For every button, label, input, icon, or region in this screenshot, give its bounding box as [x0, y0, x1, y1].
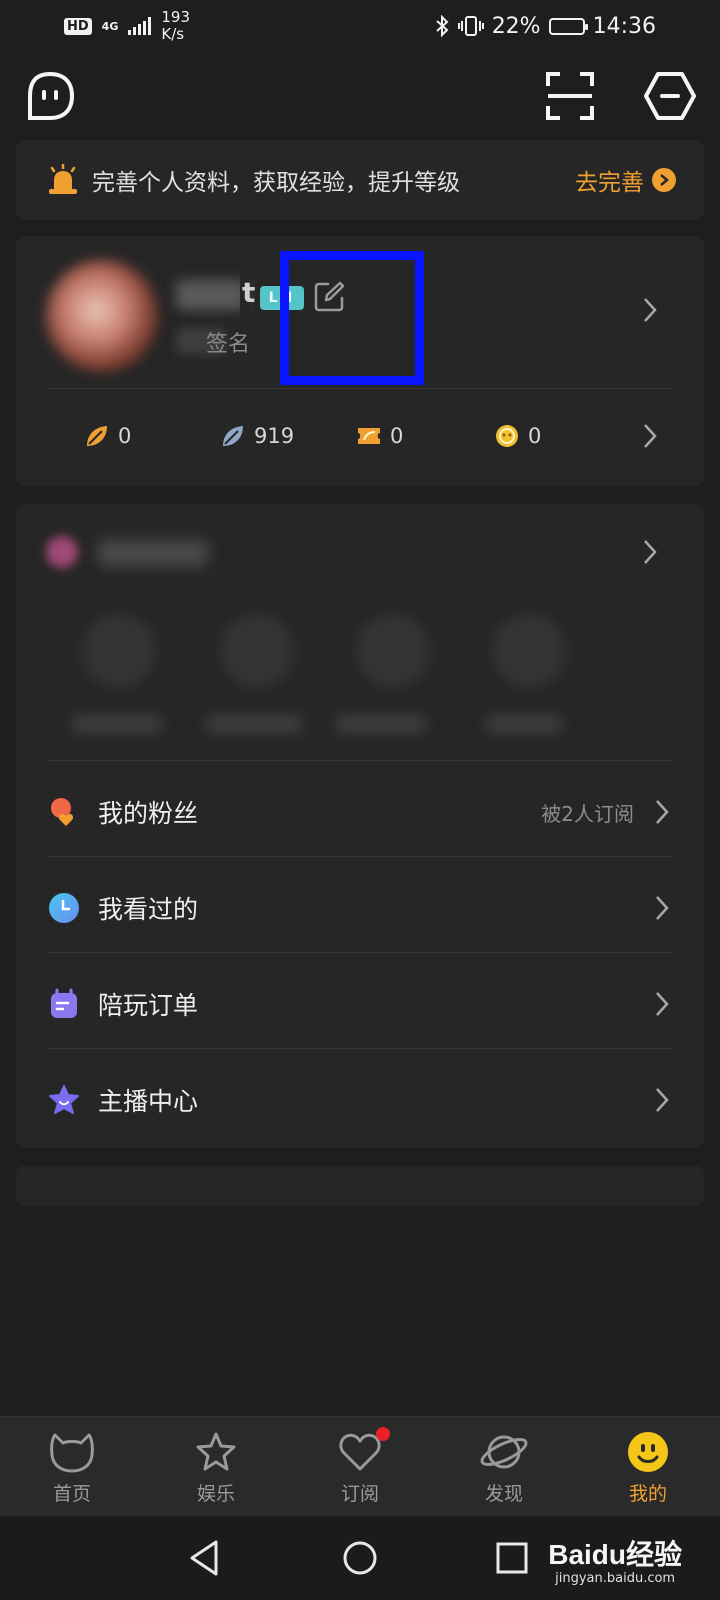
ticket-icon [358, 428, 380, 444]
section-icon-blurred [46, 536, 78, 568]
blurred-shortcut-label [486, 714, 562, 734]
chevron-right-icon [656, 896, 669, 920]
tab-label: 订阅 [340, 1483, 379, 1505]
tab-home[interactable]: 首页 [22, 1417, 122, 1517]
blurred-shortcut-label [72, 714, 162, 734]
battery-icon [548, 17, 588, 35]
hd-indicator: HD [64, 17, 92, 35]
cat-head-icon [50, 1433, 94, 1473]
divider [48, 856, 672, 857]
divider [48, 1048, 672, 1049]
feature-card: 我的粉丝 被2人订阅 我看过的 陪玩订单 主播中心 [16, 504, 704, 1148]
stat-value: 0 [528, 424, 542, 448]
order-icon [51, 988, 77, 1018]
divider [48, 388, 672, 389]
chevron-right-icon[interactable] [640, 422, 660, 450]
chevron-right-icon [652, 168, 676, 192]
hexagon-settings-icon[interactable] [644, 70, 696, 122]
smiley-icon [628, 1432, 668, 1472]
notification-badge [376, 1427, 390, 1441]
blurred-shortcut[interactable] [220, 614, 294, 688]
blurred-shortcut[interactable] [356, 614, 430, 688]
silver-leaf-icon [223, 426, 243, 446]
bluetooth-icon [436, 15, 449, 37]
anchor-star-icon [49, 1085, 79, 1114]
menu-item-fans[interactable]: 我的粉丝 被2人订阅 [48, 764, 672, 860]
stat-value: 0 [390, 424, 404, 448]
empty-card [16, 1166, 704, 1206]
coin-icon [496, 425, 518, 447]
complete-profile-label: 去完善 [575, 170, 644, 196]
menu-item-label: 主播中心 [98, 1087, 199, 1116]
clock: 14:36 [592, 13, 656, 39]
profile-completion-banner[interactable]: 完善个人资料，获取经验，提升等级 去完善 [16, 140, 704, 220]
username-visible-part: t [242, 276, 256, 309]
tab-discover[interactable]: 发现 [454, 1417, 554, 1517]
banner-text: 完善个人资料，获取经验，提升等级 [92, 170, 460, 196]
menu-item-label: 陪玩订单 [98, 991, 199, 1020]
stat-gold-leaf[interactable]: 0 [84, 406, 131, 466]
battery-percent: 22% [491, 13, 541, 39]
blurred-shortcut-label [336, 714, 426, 734]
tab-subscribe[interactable]: 订阅 [310, 1417, 410, 1517]
blurred-shortcut[interactable] [492, 614, 566, 688]
menu-item-label: 我看过的 [98, 895, 199, 924]
menu-item-history[interactable]: 我看过的 [48, 860, 672, 956]
watermark-title: Baidu经验 [548, 1539, 682, 1570]
menu-item-label: 我的粉丝 [98, 799, 199, 828]
divider [48, 952, 672, 953]
recents-square-icon[interactable] [490, 1536, 534, 1580]
blurred-shortcut-label [206, 714, 302, 734]
tab-label: 娱乐 [196, 1483, 235, 1505]
chevron-right-icon [656, 1088, 669, 1112]
chevron-right-icon[interactable] [640, 296, 660, 324]
alarm-bell-icon [49, 163, 77, 194]
vibrate-icon [457, 16, 484, 36]
watermark: Baidu经验 jingyan.baidu.com [548, 1533, 682, 1586]
status-bar: HD 4G 193 K/s 22% 14:36 [0, 0, 720, 52]
tab-label: 发现 [484, 1483, 523, 1505]
menu-item-orders[interactable]: 陪玩订单 [48, 956, 672, 1052]
home-circle-icon[interactable] [338, 1536, 382, 1580]
stat-value: 0 [118, 424, 132, 448]
tab-label: 我的 [628, 1483, 667, 1505]
tab-mine[interactable]: 我的 [598, 1417, 698, 1517]
planet-icon [480, 1435, 528, 1469]
gold-leaf-icon [87, 426, 107, 446]
stat-coin[interactable]: 0 [494, 406, 541, 466]
username-blurred [176, 280, 246, 310]
system-nav-bar: Baidu经验 jingyan.baidu.com [0, 1516, 720, 1600]
bottom-tab-bar: 首页 娱乐 订阅 发现 我的 [0, 1416, 720, 1516]
signal-icon [128, 17, 152, 35]
star-icon [196, 1432, 236, 1471]
blurred-shortcut[interactable] [82, 614, 156, 688]
chevron-right-icon [656, 800, 669, 824]
signature-visible-part: 签名 [206, 332, 251, 357]
tab-label: 首页 [52, 1483, 91, 1505]
stat-value: 919 [254, 424, 295, 448]
top-toolbar [0, 66, 720, 126]
history-clock-icon [49, 893, 79, 923]
tab-entertainment[interactable]: 娱乐 [166, 1417, 266, 1517]
avatar[interactable] [46, 260, 158, 372]
menu-item-anchor-center[interactable]: 主播中心 [48, 1052, 672, 1148]
watermark-url: jingyan.baidu.com [555, 1571, 676, 1586]
complete-profile-link[interactable]: 去完善 [575, 163, 676, 197]
section-title-blurred [98, 540, 208, 566]
profile-card: t LH 签名 0 919 0 0 [16, 236, 704, 486]
stat-silver-leaf[interactable]: 919 [220, 406, 294, 466]
network-speed: 193 K/s [161, 8, 190, 43]
highlight-box [280, 251, 424, 385]
scan-icon[interactable] [544, 70, 596, 122]
network-type: 4G [101, 19, 119, 33]
subscriber-count: 被2人订阅 [541, 801, 634, 826]
chevron-right-icon[interactable] [640, 538, 660, 566]
robot-face-icon[interactable] [24, 70, 76, 122]
fans-icon [51, 798, 74, 826]
chevron-right-icon [656, 992, 669, 1016]
divider [48, 760, 672, 761]
back-triangle-icon[interactable] [184, 1536, 228, 1580]
wallet-stats[interactable]: 0 919 0 0 [16, 406, 704, 466]
stat-ticket[interactable]: 0 [356, 406, 403, 466]
